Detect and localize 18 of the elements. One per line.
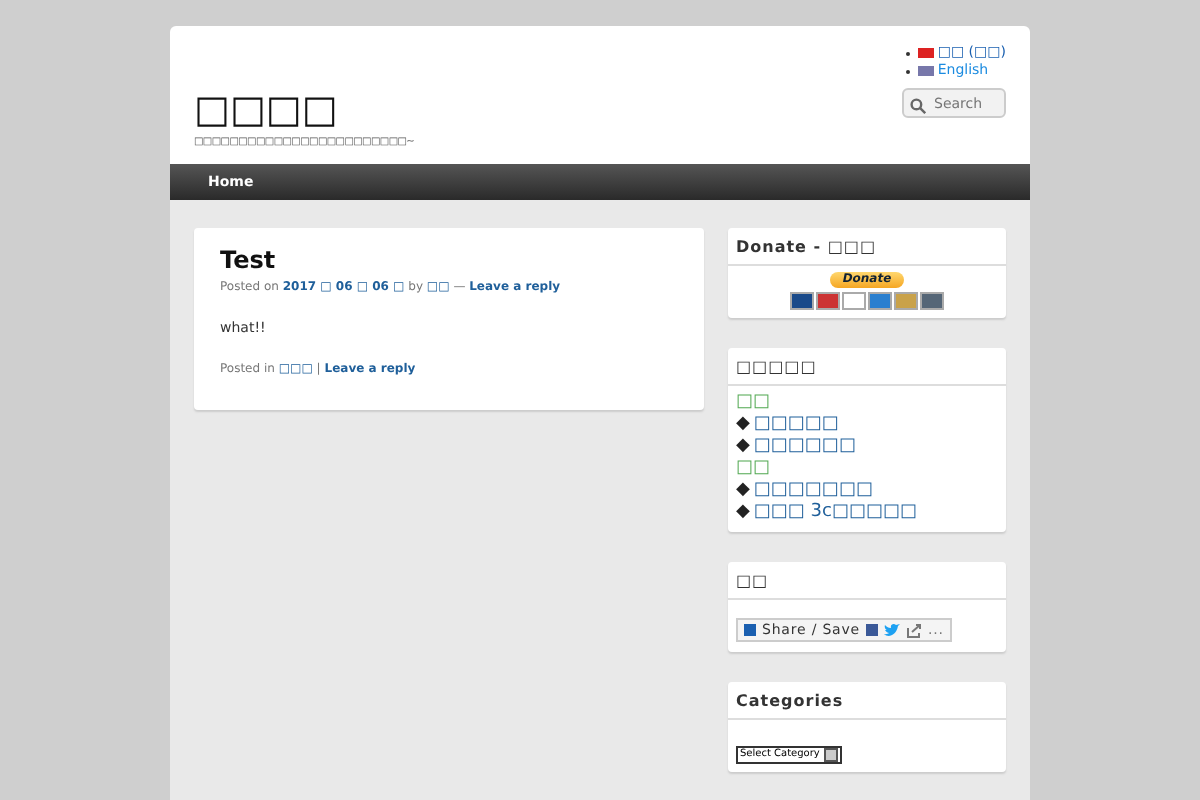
post-title[interactable]: Test [220, 246, 678, 274]
link-group-heading: □□ [736, 458, 773, 480]
site-title[interactable]: □□□□ [194, 88, 415, 132]
bullet-icon: ◆ [736, 414, 750, 436]
widget-title: Categories [728, 682, 1006, 720]
widget-title: □□□□□ [728, 348, 1006, 386]
sidebar-link[interactable]: □□□□□ [753, 414, 839, 436]
widget-title: □□ [728, 562, 1006, 600]
sidebar-link[interactable]: □□□□□□ [753, 436, 856, 458]
bullet-icon: ◆ [736, 480, 750, 502]
bullet-icon: ◆ [736, 436, 750, 458]
export-icon [906, 623, 922, 637]
sidebar-link[interactable]: □□□ 3c□□□□□ [753, 502, 917, 524]
bullet-icon: ◆ [736, 502, 750, 524]
sidebar-link[interactable]: □□□□□□□ [753, 480, 873, 502]
bird-icon [884, 623, 900, 637]
widget-title: Donate - □□□ [728, 228, 1006, 266]
link-group-heading: □□ [736, 392, 773, 414]
